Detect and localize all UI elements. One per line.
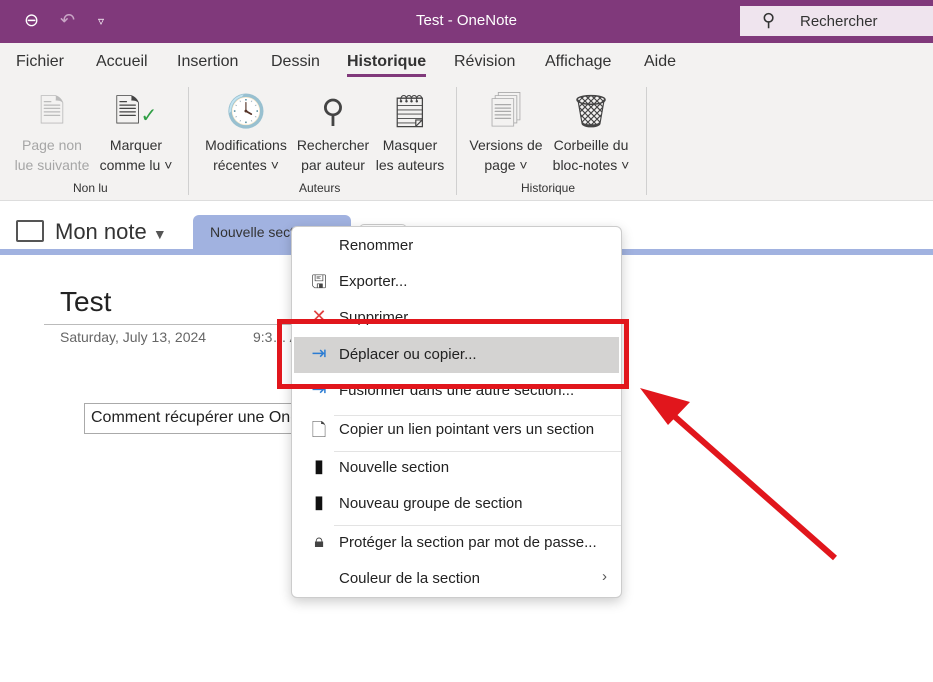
red-arrow-annotation [640, 388, 837, 561]
